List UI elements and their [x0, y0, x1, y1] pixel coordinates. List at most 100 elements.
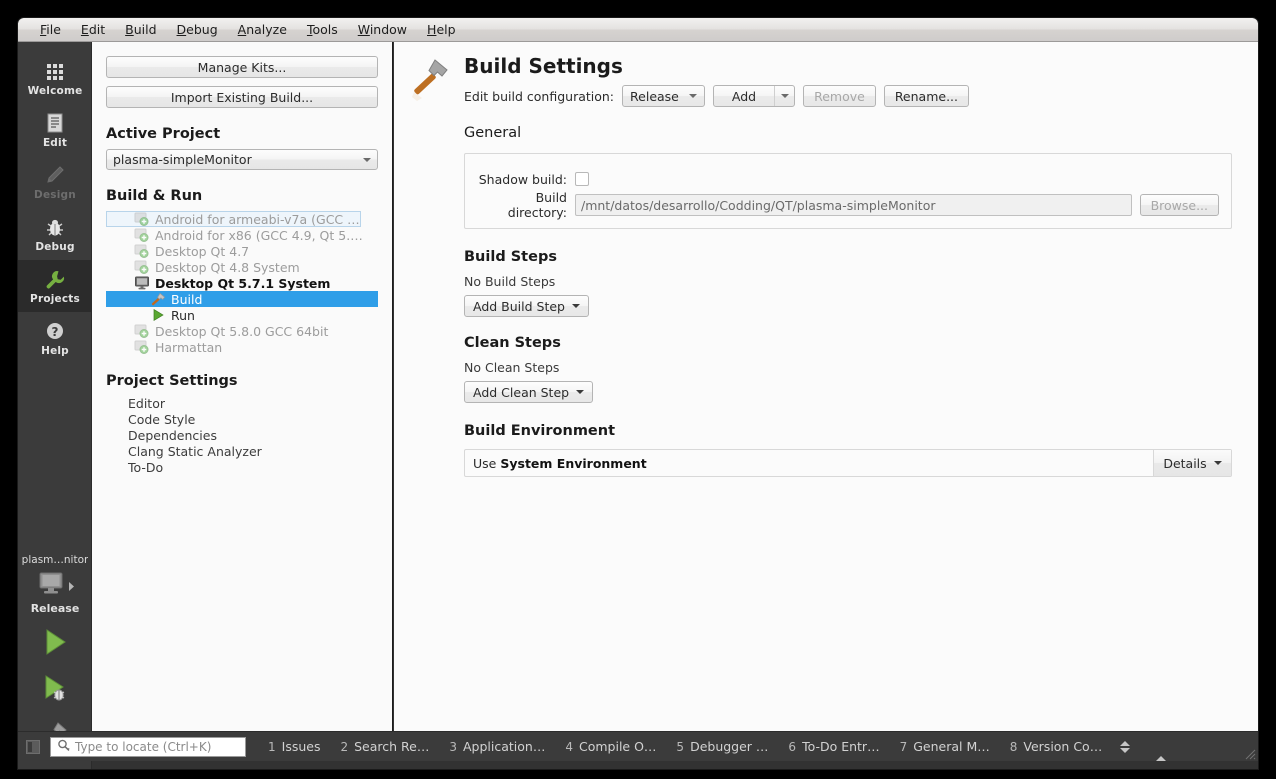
sidebar-item-welcome[interactable]: Welcome	[18, 52, 92, 104]
active-project-combobox[interactable]: plasma-simpleMonitor	[106, 149, 378, 170]
environment-name: System Environment	[500, 455, 647, 471]
project-setting-dependencies[interactable]: Dependencies	[106, 428, 378, 444]
menu-edit[interactable]: Edit	[71, 20, 115, 39]
active-project-heading: Active Project	[106, 126, 221, 142]
arrow-up-icon[interactable]	[1120, 740, 1131, 746]
resize-grip[interactable]	[1242, 745, 1256, 760]
sidebar-item-design[interactable]: Design	[18, 156, 92, 208]
desktop-monitor-icon	[35, 569, 67, 601]
chevron-down-icon	[688, 94, 697, 98]
menu-window[interactable]: Window	[348, 20, 417, 39]
kit-tree-row-label: Desktop Qt 4.7	[155, 243, 250, 259]
menu-analyze[interactable]: Analyze	[228, 20, 297, 39]
output-pane-button[interactable]: 8 Version Co…	[1000, 739, 1112, 754]
rename-configuration-button[interactable]: Rename...	[883, 85, 969, 107]
project-settings-list: Editor Code Style Dependencies Clang Static…	[106, 396, 378, 476]
kit-selector-button[interactable]: plasm…nitor Release	[18, 552, 92, 621]
remove-configuration-button[interactable]: Remove	[803, 85, 876, 107]
browse-button[interactable]: Browse...	[1139, 194, 1219, 216]
menu-help[interactable]: Help	[417, 20, 466, 39]
project-setting-editor[interactable]: Editor	[106, 396, 378, 412]
output-pane-number: 6	[788, 740, 797, 754]
sidebar-item-debug[interactable]: Debug	[18, 208, 92, 260]
use-prefix-label: Use	[473, 455, 497, 471]
kit-tree-row[interactable]: Harmattan	[106, 339, 378, 355]
bug-icon	[43, 216, 67, 238]
project-setting-clang-static-analyzer[interactable]: Clang Static Analyzer	[106, 444, 378, 460]
kit-tree-row[interactable]: Desktop Qt 5.8.0 GCC 64bit	[106, 323, 378, 339]
output-pane-button[interactable]: 7 General M…	[890, 739, 1000, 754]
output-pane-number: 5	[676, 740, 685, 754]
sidebar-item-edit[interactable]: Edit	[18, 104, 92, 156]
output-pane-label: General M…	[913, 739, 990, 754]
add-clean-step-button[interactable]: Add Clean Step	[464, 381, 594, 403]
kit-tree-row[interactable]: Android for armeabi-v7a (GCC …	[106, 211, 361, 227]
kit-tree: Android for armeabi-v7a (GCC … Android fo…	[106, 211, 378, 355]
kit-tree-row[interactable]: Desktop Qt 4.8 System	[106, 259, 378, 275]
chevron-down-icon[interactable]	[774, 86, 794, 106]
output-pane-button[interactable]: 2 Search Re…	[330, 739, 439, 754]
sidebar-item-projects[interactable]: Projects	[18, 260, 92, 312]
kit-add-icon	[134, 244, 150, 258]
build-settings-page: Build Settings Edit build configuration:…	[394, 42, 1258, 745]
build-configuration-combobox[interactable]: Release	[622, 85, 705, 107]
kit-tree-row[interactable]: Desktop Qt 5.7.1 System	[106, 275, 378, 291]
output-pane-collapse-button[interactable]	[1156, 737, 1167, 761]
sidebar-item-debug-label: Debug	[35, 240, 75, 253]
build-environment-heading: Build Environment	[464, 423, 616, 439]
kit-tree-row-label: Desktop Qt 4.8 System	[155, 259, 300, 275]
search-input[interactable]: Type to locate (Ctrl+K)	[50, 736, 246, 757]
hammer-icon	[408, 54, 452, 107]
sidebar-item-edit-label: Edit	[42, 136, 68, 149]
kit-tree-row-label: Android for x86 (GCC 4.9, Qt 5.…	[155, 227, 363, 243]
add-build-step-label: Add Build Step	[473, 298, 565, 314]
kit-tree-row[interactable]: Desktop Qt 4.7	[106, 243, 378, 259]
build-settings-header: Build Settings Edit build configuration:…	[394, 42, 1258, 107]
arrow-down-icon[interactable]	[1120, 747, 1131, 753]
output-pane-label: Version Co…	[1023, 739, 1103, 754]
menu-build[interactable]: Build	[115, 20, 166, 39]
environment-details-button[interactable]: Details	[1153, 450, 1231, 476]
output-pane-buttons: 1 Issues 2 Search Re… 3 Application… 4 Compile …	[258, 739, 1112, 754]
general-group: Shadow build: Build directory: /mnt/dato…	[464, 153, 1232, 229]
output-pane-button[interactable]: 1 Issues	[258, 739, 330, 754]
kit-tree-row[interactable]: Run	[106, 307, 378, 323]
sidebar-item-help-label: Help	[41, 344, 69, 357]
debug-button[interactable]	[18, 667, 92, 713]
project-setting-to-do[interactable]: To-Do	[106, 460, 378, 476]
menu-debug[interactable]: Debug	[167, 20, 228, 39]
panel-toggle-icon[interactable]	[26, 739, 40, 754]
manage-kits-button[interactable]: Manage Kits...	[106, 56, 378, 78]
build-directory-input[interactable]: /mnt/datos/desarrollo/Codding/QT/plasma-…	[575, 194, 1132, 216]
build-environment-row: Use System Environment Details	[464, 449, 1232, 477]
shadow-build-checkbox[interactable]	[575, 172, 589, 186]
build-and-run-heading: Build & Run	[106, 188, 203, 204]
projects-side-panel: Manage Kits... Import Existing Build... …	[92, 42, 393, 745]
sidebar-item-help[interactable]: ? Help	[18, 312, 92, 364]
output-pane-button[interactable]: 5 Debugger …	[666, 739, 778, 754]
kit-tree-row[interactable]: Android for x86 (GCC 4.9, Qt 5.…	[106, 227, 378, 243]
status-bar: Type to locate (Ctrl+K) 1 Issues 2 Search R…	[18, 731, 1258, 761]
project-setting-code-style[interactable]: Code Style	[106, 412, 378, 428]
run-button[interactable]	[18, 621, 92, 667]
menu-tools[interactable]: Tools	[297, 20, 348, 39]
menu-file[interactable]: File	[30, 20, 71, 39]
output-pane-label: Application…	[463, 739, 546, 754]
kit-tree-row-label: Run	[171, 307, 195, 323]
add-build-step-button[interactable]: Add Build Step	[464, 295, 589, 317]
project-settings-heading: Project Settings	[106, 373, 238, 389]
clean-steps-heading: Clean Steps	[464, 335, 561, 351]
svg-text:?: ?	[52, 325, 59, 339]
output-pane-button[interactable]: 6 To-Do Entr…	[778, 739, 889, 754]
add-configuration-button[interactable]: Add	[712, 85, 796, 107]
output-pane-number: 8	[1009, 740, 1018, 754]
kit-tree-row[interactable]: Build	[106, 291, 378, 307]
output-pane-button[interactable]: 3 Application…	[439, 739, 555, 754]
output-pane-navigation[interactable]	[1120, 740, 1131, 753]
output-pane-label: Debugger …	[690, 739, 769, 754]
environment-details-label: Details	[1163, 455, 1207, 471]
build-steps-heading: Build Steps	[464, 249, 557, 265]
search-icon	[57, 737, 70, 756]
import-existing-build-button[interactable]: Import Existing Build...	[106, 86, 378, 108]
output-pane-button[interactable]: 4 Compile O…	[555, 739, 666, 754]
